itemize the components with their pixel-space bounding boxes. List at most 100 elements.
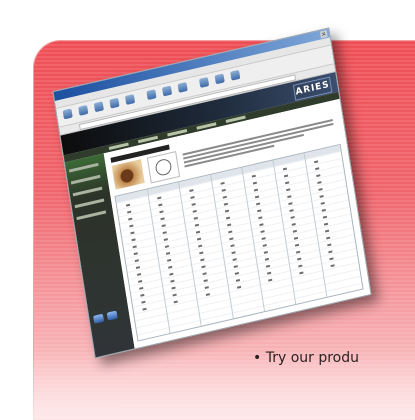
table-cell-mark — [325, 229, 330, 233]
table-cell-mark — [142, 307, 147, 311]
product-photo — [111, 159, 145, 190]
table-cell-mark — [190, 196, 195, 200]
table-cell-mark — [294, 236, 299, 240]
table-cell-mark — [225, 216, 230, 220]
table-cell-mark — [299, 271, 304, 275]
table-cell-mark — [297, 257, 302, 261]
table-cell-mark — [296, 250, 301, 254]
table-cell-mark — [326, 236, 331, 240]
table-cell-mark — [320, 201, 326, 205]
table-cell-mark — [291, 222, 297, 226]
table-cell-mark — [298, 264, 303, 268]
table-cell-mark — [204, 286, 209, 290]
table-cell-mark — [138, 279, 143, 283]
mail-icon — [198, 76, 210, 88]
table-cell-mark — [134, 259, 140, 263]
table-cell-mark — [258, 216, 263, 220]
table-cell-mark — [288, 202, 293, 206]
table-cell-mark — [140, 293, 145, 297]
sidebar-badge-icon — [106, 310, 118, 321]
table-cell-mark — [290, 216, 295, 219]
table-cell-mark — [251, 174, 256, 178]
table-cell-mark — [127, 210, 132, 214]
table-cell-mark — [330, 264, 336, 268]
table-cell-mark — [287, 195, 292, 199]
stop-icon — [93, 101, 104, 113]
table-cell-mark — [170, 279, 175, 283]
table-cell-mark — [267, 271, 272, 275]
table-cell-mark — [232, 258, 237, 262]
favorites-icon — [161, 85, 173, 97]
product-diagram — [146, 151, 181, 184]
promo-text: • Try our produ — [253, 350, 359, 366]
table-cell-mark — [289, 209, 294, 212]
table-cell-mark — [319, 194, 325, 198]
edit-icon — [230, 69, 241, 81]
table-cell-mark — [324, 222, 329, 226]
table-cell-mark — [257, 209, 262, 213]
table-cell-mark — [129, 224, 134, 228]
table-cell-mark — [164, 238, 169, 241]
table-cell-mark — [141, 300, 146, 304]
table-cell-mark — [220, 181, 225, 185]
table-cell-mark — [161, 224, 167, 228]
table-cell-mark — [130, 231, 135, 235]
table-cell-mark — [128, 217, 133, 221]
table-cell-mark — [230, 244, 235, 248]
table-cell-mark — [229, 237, 234, 241]
table-cell-mark — [295, 243, 300, 247]
table-cell-mark — [265, 264, 271, 268]
table-cell-mark — [205, 293, 210, 297]
table-cell-mark — [252, 181, 257, 185]
table-cell-mark — [194, 223, 199, 227]
table-cell-mark — [196, 237, 201, 241]
table-cell-mark — [133, 252, 139, 256]
table-cell-mark — [226, 223, 232, 227]
table-cell-mark — [223, 202, 228, 206]
table-cell-mark — [327, 243, 332, 247]
table-cell-mark — [203, 279, 208, 283]
table-cell-mark — [192, 210, 197, 213]
table-cell-mark — [163, 231, 168, 234]
table-cell-mark — [171, 286, 177, 290]
table-cell-mark — [195, 230, 200, 234]
table-cell-mark — [329, 257, 334, 261]
table-cell-mark — [283, 167, 288, 171]
sidebar-badge-icon — [93, 313, 105, 324]
table-cell-mark — [158, 203, 163, 207]
table-cell-mark — [157, 196, 162, 200]
history-icon — [177, 81, 188, 93]
table-cell-mark — [233, 265, 238, 269]
print-icon — [214, 73, 225, 85]
table-cell-mark — [316, 174, 321, 177]
table-cell-mark — [234, 272, 239, 275]
table-cell-mark — [159, 210, 164, 214]
table-cell-mark — [166, 251, 171, 255]
table-cell-mark — [197, 244, 202, 248]
table-cell-mark — [168, 265, 173, 269]
table-cell-mark — [317, 181, 322, 184]
forward-icon — [78, 104, 89, 116]
table-cell-mark — [169, 272, 174, 276]
table-cell-mark — [167, 258, 172, 262]
table-cell-mark — [193, 216, 198, 220]
table-cell-mark — [222, 195, 227, 199]
table-cell-mark — [264, 257, 270, 261]
table-cell-mark — [261, 237, 266, 240]
table-cell-mark — [260, 230, 265, 234]
table-cell-mark — [224, 209, 229, 213]
table-cell-mark — [174, 300, 179, 304]
search-icon — [146, 89, 157, 101]
table-cell-mark — [268, 278, 273, 282]
table-cell-mark — [254, 195, 260, 199]
table-cell-mark — [126, 203, 131, 207]
table-cell-mark — [286, 188, 291, 192]
table-cell-mark — [285, 181, 290, 185]
table-cell-mark — [284, 174, 289, 178]
table-cell-mark — [236, 285, 241, 289]
home-icon — [124, 94, 136, 106]
table-cell-mark — [328, 250, 333, 254]
table-cell-mark — [227, 230, 233, 234]
table-cell-mark — [165, 244, 170, 248]
refresh-icon — [109, 97, 120, 109]
